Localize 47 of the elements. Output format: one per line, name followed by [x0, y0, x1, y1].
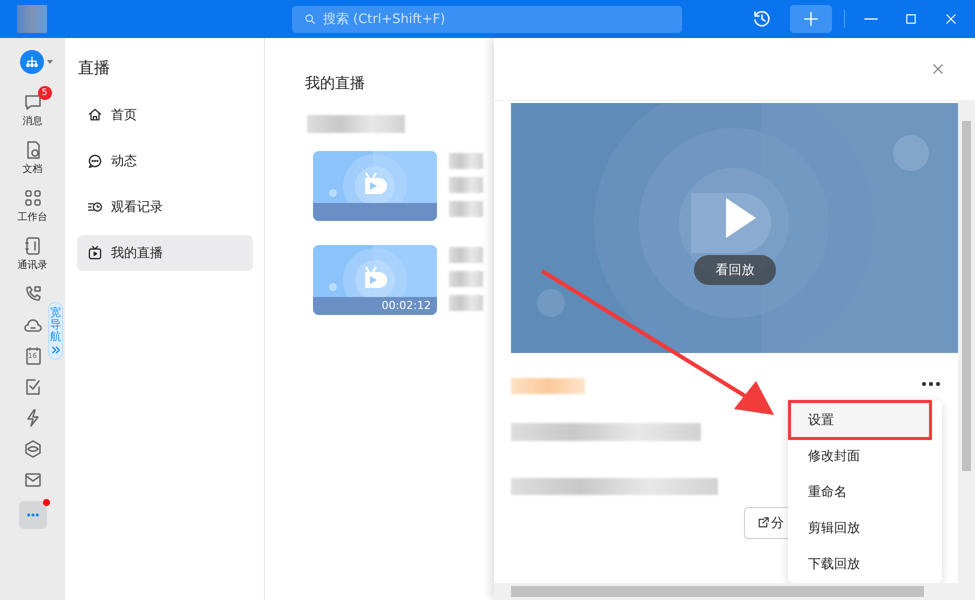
nav-item[interactable]: 观看记录: [77, 189, 253, 225]
chat-bubble-icon: [87, 153, 103, 169]
rail-label[interactable]: 文档: [22, 162, 42, 176]
unread-badge: 5: [38, 86, 52, 100]
more-icon: [26, 513, 38, 517]
rail-label[interactable]: 消息: [22, 114, 42, 128]
replay-button[interactable]: 看回放: [694, 255, 776, 285]
vertical-scrollbar[interactable]: [958, 101, 975, 583]
history-clock-icon: [752, 9, 772, 29]
blurred-text: [449, 153, 483, 169]
hexagon-icon: [22, 439, 42, 459]
nav-item[interactable]: 首页: [77, 97, 253, 133]
video-duration: 00:02:12: [382, 299, 431, 312]
blurred-text: [449, 177, 483, 193]
maximize-icon: [904, 12, 918, 26]
org-chart-icon: [24, 54, 40, 70]
more-apps-button[interactable]: [18, 501, 46, 529]
grid-icon: [22, 188, 42, 208]
ellipsis-icon: [921, 380, 941, 388]
page-title: 我的直播: [305, 74, 366, 93]
horizontal-scrollbar[interactable]: [494, 583, 975, 600]
tv-icon: [87, 245, 103, 261]
nav-item[interactable]: 我的直播: [77, 235, 253, 271]
rail-label[interactable]: 工作台: [18, 210, 48, 224]
organization-avatar[interactable]: [20, 50, 44, 74]
search-field[interactable]: 搜索 (Ctrl+Shift+F): [292, 6, 682, 32]
nav-item[interactable]: 动态: [77, 143, 253, 179]
blurred-text: [449, 201, 483, 217]
menu-item[interactable]: 设置: [790, 402, 930, 438]
share-icon: [757, 517, 769, 529]
rail-label[interactable]: 通讯录: [18, 258, 48, 272]
plus-icon: [802, 10, 820, 28]
blurred-text: [449, 247, 483, 263]
close-icon: [944, 12, 958, 26]
close-icon: [931, 62, 945, 76]
caret-icon: [46, 58, 54, 66]
address-book-icon: [22, 236, 42, 256]
minimize-icon: [864, 18, 878, 20]
app-logo: [17, 5, 47, 33]
double-chevron-icon: [50, 345, 60, 356]
close-panel-button[interactable]: [931, 62, 945, 76]
blurred-text: [449, 295, 483, 311]
more-options-button[interactable]: [921, 380, 941, 388]
home-icon: [87, 107, 103, 123]
add-button[interactable]: [790, 5, 832, 33]
blurred-text: [449, 271, 483, 287]
section-title: 直播: [78, 58, 111, 79]
